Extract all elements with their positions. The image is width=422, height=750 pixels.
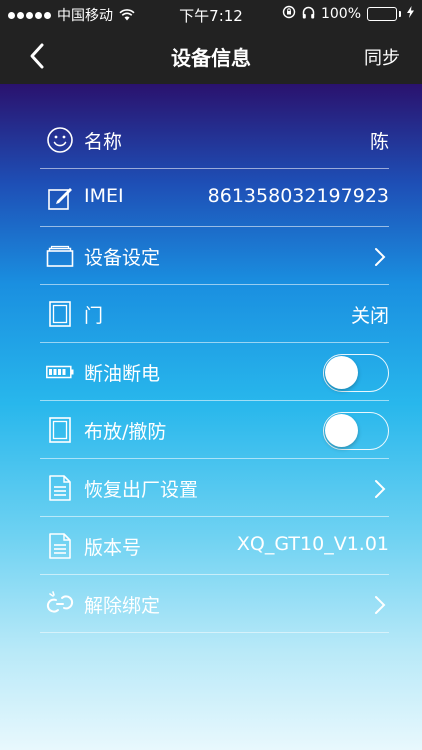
battery-icon [367,7,401,21]
smiley-icon [46,126,74,154]
edit-icon [46,184,74,212]
row-value: 关闭 [350,305,389,327]
row-label: 布放/撤防 [84,421,167,443]
device-info-screen: 中国移动 下午7:12 100% 设备信息 同步 名称 陈 IMEI 86135… [0,0,422,750]
charging-icon [407,6,414,22]
row-value: XQ_GT10_V1.01 [236,533,389,555]
chevron-right-icon [375,596,386,614]
headphones-icon [302,6,315,23]
row-factory-reset[interactable]: 恢复出厂设置 [40,459,389,517]
document-icon [46,474,74,502]
battery-icon [46,358,74,386]
row-value: 陈 [369,131,389,153]
content-area: 名称 陈 IMEI 861358032197923 设备设定 门 关闭 断油断电… [0,84,422,750]
chevron-right-icon [375,480,386,498]
row-arm-disarm: 布放/撤防 [40,401,389,459]
unlink-icon [46,590,74,618]
door-icon [46,300,74,328]
row-label: 恢复出厂设置 [84,479,199,501]
door-icon [46,416,74,444]
row-value: 861358032197923 [207,185,389,207]
row-label: 门 [84,305,104,327]
sync-button[interactable]: 同步 [364,44,400,70]
row-label: 设备设定 [84,247,161,269]
chevron-left-icon [30,43,44,69]
row-device-settings[interactable]: 设备设定 [40,227,389,285]
row-label: 断油断电 [84,363,161,385]
row-unbind[interactable]: 解除绑定 [40,575,389,633]
toggle-knob [325,414,358,447]
cut-oil-power-toggle[interactable] [323,354,389,392]
folder-icon [46,242,74,270]
document-icon [46,532,74,560]
row-label: 名称 [84,131,123,153]
status-bar: 中国移动 下午7:12 100% [0,0,422,28]
row-door: 门 关闭 [40,285,389,343]
chevron-right-icon [375,248,386,266]
settings-list: 名称 陈 IMEI 861358032197923 设备设定 门 关闭 断油断电… [40,111,389,633]
row-imei: IMEI 861358032197923 [40,169,389,227]
page-title: 设备信息 [171,46,251,70]
arm-disarm-toggle[interactable] [323,412,389,450]
battery-percent: 100% [320,6,361,22]
row-label: 版本号 [84,537,142,559]
row-label: IMEI [84,185,124,207]
row-cut-oil-power: 断油断电 [40,343,389,401]
row-label: 解除绑定 [84,595,161,617]
back-button[interactable] [26,42,50,70]
status-right: 100% [282,5,414,23]
rotation-lock-icon [282,5,296,23]
row-version: 版本号 XQ_GT10_V1.01 [40,517,389,575]
toggle-knob [325,356,358,389]
row-name[interactable]: 名称 陈 [40,111,389,169]
navigation-bar: 设备信息 同步 [0,28,422,84]
